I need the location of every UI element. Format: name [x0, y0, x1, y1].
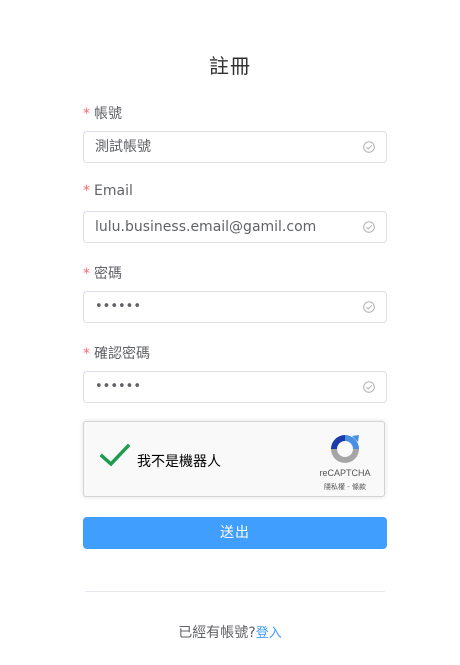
recaptcha-terms-link[interactable]: 隱私權 - 條款	[308, 482, 382, 492]
account-input-value: 測試帳號	[95, 139, 151, 155]
email-label: * Email	[83, 183, 133, 199]
recaptcha-widget: 我不是機器人 reCAPTCHA 隱私權 - 條款	[83, 421, 385, 497]
confirm-password-label: * 確認密碼	[83, 343, 150, 363]
confirm-password-input[interactable]: ••••••	[83, 371, 387, 403]
required-mark: *	[83, 346, 90, 362]
password-label-text: 密碼	[94, 266, 122, 282]
login-prompt-text: 已經有帳號?	[178, 625, 256, 641]
recaptcha-brand: reCAPTCHA	[319, 468, 371, 478]
required-mark: *	[83, 106, 90, 122]
register-page: 註冊 * 帳號 測試帳號 * Email lulu.business.email@g…	[0, 0, 460, 665]
required-mark: *	[83, 183, 90, 199]
divider	[85, 591, 385, 592]
password-label: * 密碼	[83, 263, 122, 283]
recaptcha-logo-icon	[331, 435, 359, 463]
email-input[interactable]: lulu.business.email@gamil.com	[83, 211, 387, 243]
submit-button[interactable]: 送出	[83, 517, 387, 549]
email-input-value: lulu.business.email@gamil.com	[95, 219, 317, 235]
confirm-password-label-text: 確認密碼	[94, 346, 150, 362]
password-input-value: ••••••	[95, 299, 142, 314]
page-title: 註冊	[209, 54, 251, 78]
valid-check-icon	[363, 301, 375, 313]
valid-check-icon	[363, 381, 375, 393]
required-mark: *	[83, 266, 90, 282]
recaptcha-checkmark-icon[interactable]	[100, 444, 130, 468]
account-label-text: 帳號	[94, 106, 122, 122]
valid-check-icon	[363, 221, 375, 233]
account-label: * 帳號	[83, 103, 122, 123]
account-input[interactable]: 測試帳號	[83, 131, 387, 163]
confirm-password-input-value: ••••••	[95, 379, 142, 394]
password-input[interactable]: ••••••	[83, 291, 387, 323]
login-link[interactable]: 登入	[256, 626, 282, 641]
recaptcha-label: 我不是機器人	[137, 454, 221, 470]
valid-check-icon	[363, 141, 375, 153]
login-prompt: 已經有帳號?登入	[0, 622, 460, 642]
email-label-text: Email	[94, 183, 133, 199]
